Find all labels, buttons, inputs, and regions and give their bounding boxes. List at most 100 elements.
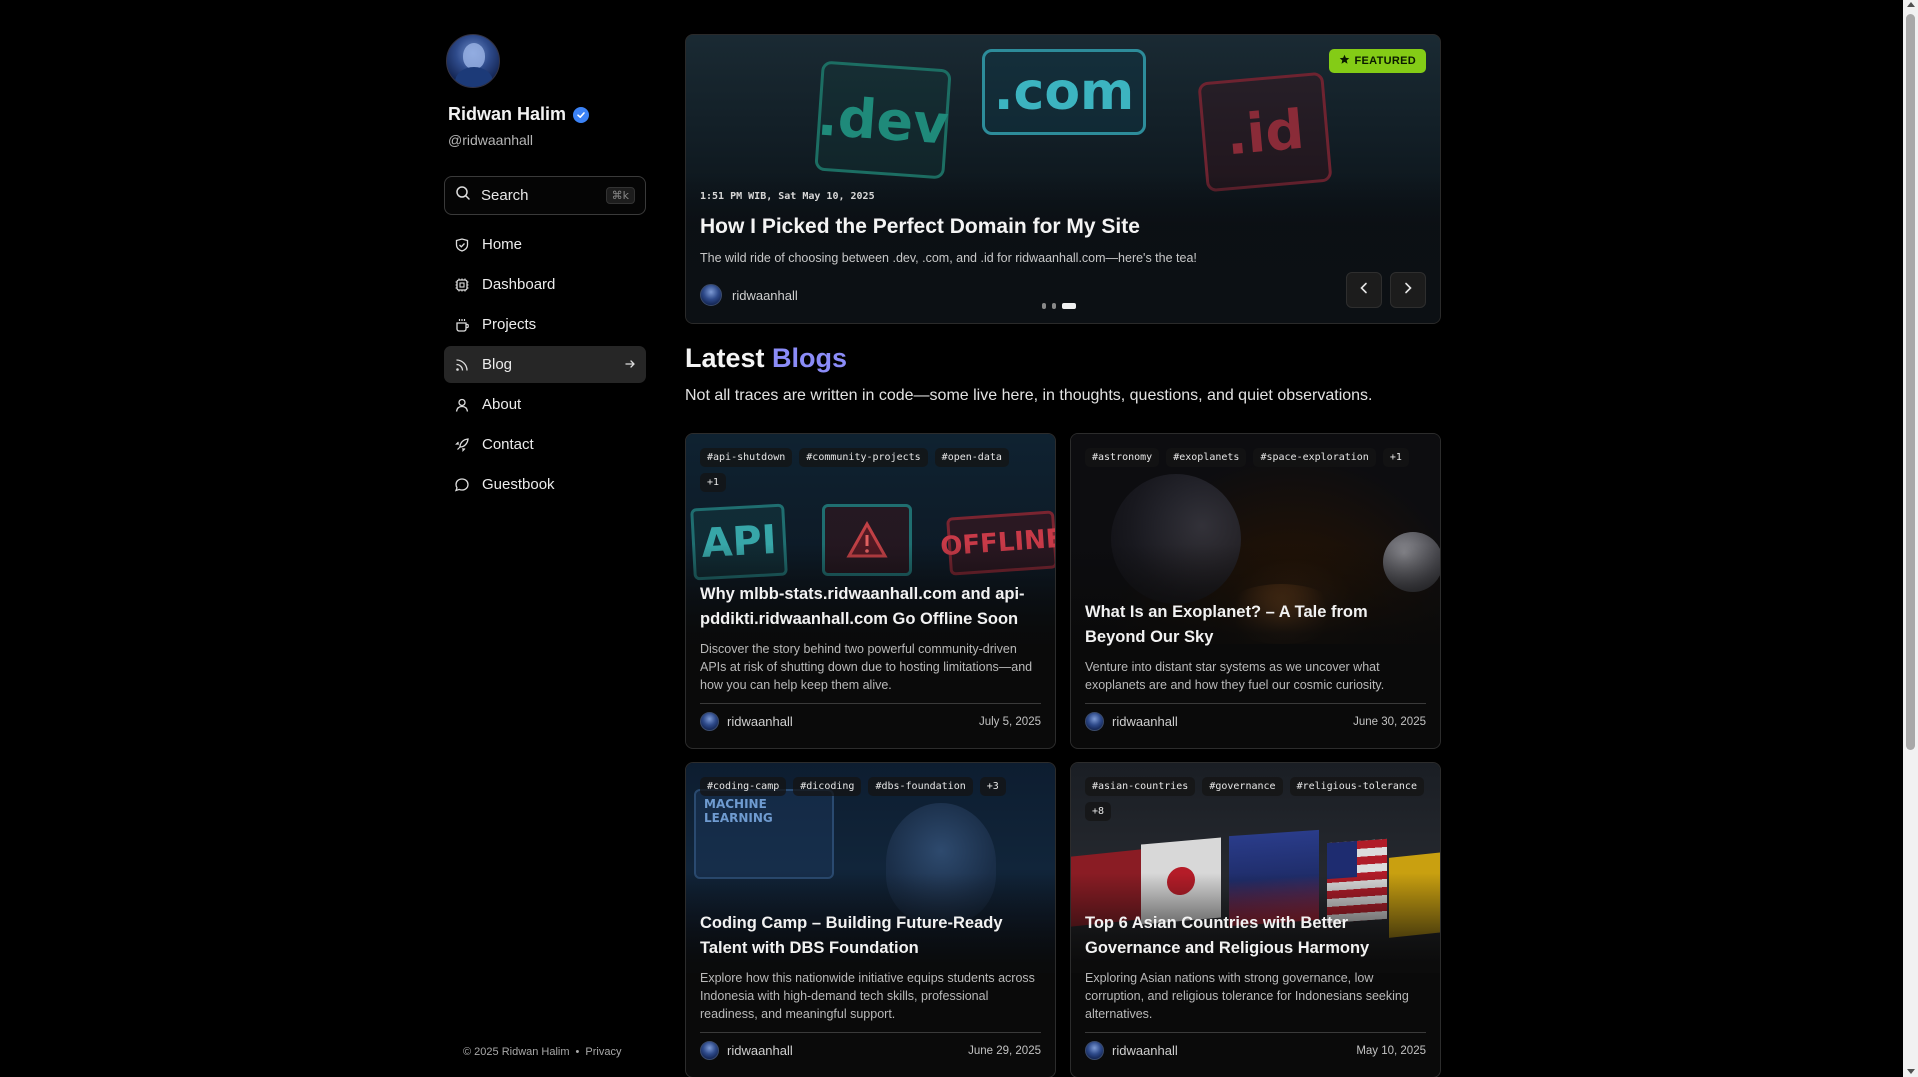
- scroll-down-icon[interactable]: [1907, 1069, 1915, 1074]
- carousel-dot[interactable]: [1052, 303, 1056, 309]
- carousel-dot[interactable]: [1042, 303, 1046, 309]
- section-title-plain: Latest: [685, 343, 765, 373]
- hero-author: ridwaanhall: [700, 284, 798, 306]
- sidebar: Ridwan Halim @ridwaanhall Search ⌘k Home…: [444, 34, 646, 1064]
- tag-list: #coding-camp #dicoding #dbs-foundation +…: [700, 777, 1041, 796]
- tag[interactable]: #exoplanets: [1166, 448, 1247, 467]
- author-avatar: [1085, 1041, 1104, 1060]
- hero-title[interactable]: How I Picked the Perfect Domain for My S…: [700, 215, 1140, 239]
- nav-item-contact[interactable]: Contact: [444, 426, 646, 463]
- tag[interactable]: #space-exploration: [1253, 448, 1376, 467]
- chevron-right-icon: [1401, 281, 1415, 300]
- blog-card-description: Exploring Asian nations with strong gove…: [1085, 971, 1409, 1022]
- rss-icon: [454, 357, 470, 373]
- dashboard-icon: [454, 277, 470, 293]
- author-name: ridwaanhall: [1112, 714, 1178, 729]
- search-button[interactable]: Search ⌘k: [444, 176, 646, 215]
- blog-card-meta: ridwaanhall June 30, 2025: [1085, 712, 1426, 731]
- tag-list: #api-shutdown #community-projects #open-…: [700, 448, 1041, 492]
- tag[interactable]: #community-projects: [799, 448, 928, 467]
- blog-card[interactable]: MACHINE LEARNING #coding-camp #dicoding …: [685, 762, 1056, 1077]
- blog-card-meta: ridwaanhall June 29, 2025: [700, 1041, 1041, 1060]
- carousel-controls: [1346, 272, 1426, 308]
- author-avatar: [1085, 712, 1104, 731]
- author-avatar: [700, 1041, 719, 1060]
- user-icon: [454, 397, 470, 413]
- tag[interactable]: #api-shutdown: [700, 448, 793, 467]
- nav-label-blog: Blog: [482, 356, 513, 373]
- tag[interactable]: #religious-tolerance: [1289, 777, 1424, 796]
- hero-author-name: ridwaanhall: [732, 287, 798, 303]
- blog-card-title[interactable]: Why mlbb-stats.ridwaanhall.com and api-p…: [700, 582, 1041, 632]
- main-nav: Home Dashboard Projects Blog About Conta…: [444, 226, 646, 506]
- verified-badge-icon: [573, 106, 590, 123]
- tag[interactable]: #asian-countries: [1085, 777, 1196, 796]
- nav-item-about[interactable]: About: [444, 386, 646, 423]
- section-title: Latest Blogs: [685, 343, 847, 374]
- blog-card-description: Venture into distant star systems as we …: [1085, 660, 1385, 693]
- nav-label-about: About: [482, 396, 522, 413]
- tag-more[interactable]: +8: [1085, 802, 1112, 821]
- nav-item-dashboard[interactable]: Dashboard: [444, 266, 646, 303]
- featured-carousel[interactable]: .dev .com .id FEATURED 1:51 PM WIB, Sat …: [685, 34, 1441, 324]
- ml-screen-image: MACHINE LEARNING: [694, 789, 834, 879]
- post-date: June 30, 2025: [1353, 715, 1426, 728]
- blog-card[interactable]: #astronomy #exoplanets #space-exploratio…: [1070, 433, 1441, 749]
- carousel-prev-button[interactable]: [1346, 272, 1382, 308]
- tag[interactable]: #dicoding: [793, 777, 862, 796]
- nav-item-home[interactable]: Home: [444, 226, 646, 263]
- tag[interactable]: #astronomy: [1085, 448, 1160, 467]
- nav-item-guestbook[interactable]: Guestbook: [444, 466, 646, 503]
- chat-icon: [454, 477, 470, 493]
- scrollbar-thumb[interactable]: [1906, 14, 1915, 750]
- author-name: ridwaanhall: [1112, 1043, 1178, 1058]
- tag-more[interactable]: +3: [979, 777, 1006, 796]
- profile-name: Ridwan Halim: [448, 104, 590, 125]
- hero-image-com: .com: [982, 49, 1146, 135]
- carousel-dot-active[interactable]: [1062, 303, 1076, 309]
- post-date: June 29, 2025: [968, 1044, 1041, 1057]
- blog-card-title[interactable]: Top 6 Asian Countries with Better Govern…: [1085, 911, 1426, 961]
- tag[interactable]: #dbs-foundation: [868, 777, 973, 796]
- post-date: May 10, 2025: [1356, 1044, 1426, 1057]
- carousel-indicators: [1042, 303, 1076, 309]
- author-name: ridwaanhall: [727, 1043, 793, 1058]
- carousel-next-button[interactable]: [1390, 272, 1426, 308]
- section-title-accent: Blogs: [772, 343, 848, 373]
- hero-description: The wild ride of choosing between .dev, …: [700, 251, 1197, 265]
- blog-card-description: Discover the story behind two powerful c…: [700, 642, 1033, 693]
- blog-card[interactable]: API OFFLINE #api-shutdown #community-pro…: [685, 433, 1056, 749]
- profile-avatar[interactable]: [446, 34, 500, 88]
- nav-label-home: Home: [482, 236, 523, 253]
- sidebar-footer: © 2025 Ridwan Halim • Privacy: [463, 1046, 621, 1058]
- featured-label: FEATURED: [1354, 55, 1416, 67]
- tag[interactable]: #governance: [1202, 777, 1283, 796]
- chevron-left-icon: [1357, 281, 1371, 300]
- nav-label-guestbook: Guestbook: [482, 476, 555, 493]
- card-divider: [700, 1032, 1041, 1033]
- tag-more[interactable]: +1: [700, 473, 727, 492]
- blog-card-title[interactable]: What Is an Exoplanet? – A Tale from Beyo…: [1085, 600, 1426, 650]
- arrow-right-icon: [624, 357, 636, 373]
- nav-item-projects[interactable]: Projects: [444, 306, 646, 343]
- tag-more[interactable]: +1: [1382, 448, 1409, 467]
- privacy-link[interactable]: Privacy: [585, 1046, 621, 1058]
- star-icon: [1339, 54, 1350, 68]
- scroll-up-icon[interactable]: [1907, 2, 1915, 7]
- blog-card-title[interactable]: Coding Camp – Building Future-Ready Tale…: [700, 911, 1041, 961]
- blog-card-meta: ridwaanhall May 10, 2025: [1085, 1041, 1426, 1060]
- projects-icon: [454, 317, 470, 333]
- tag[interactable]: #coding-camp: [700, 777, 787, 796]
- nav-item-blog[interactable]: Blog: [444, 346, 646, 383]
- profile-name-text: Ridwan Halim: [448, 104, 567, 124]
- page-scrollbar[interactable]: [1903, 0, 1918, 1077]
- search-shortcut: ⌘k: [605, 187, 635, 204]
- hero-image-dev: .dev: [814, 60, 952, 180]
- featured-badge: FEATURED: [1328, 49, 1426, 73]
- tag[interactable]: #open-data: [934, 448, 1009, 467]
- nav-label-contact: Contact: [482, 436, 534, 453]
- blog-card[interactable]: #asian-countries #governance #religious-…: [1070, 762, 1441, 1077]
- home-icon: [454, 237, 470, 253]
- ml-screen-text: MACHINE LEARNING: [704, 797, 773, 825]
- hero-date: 1:51 PM WIB, Sat May 10, 2025: [700, 191, 875, 202]
